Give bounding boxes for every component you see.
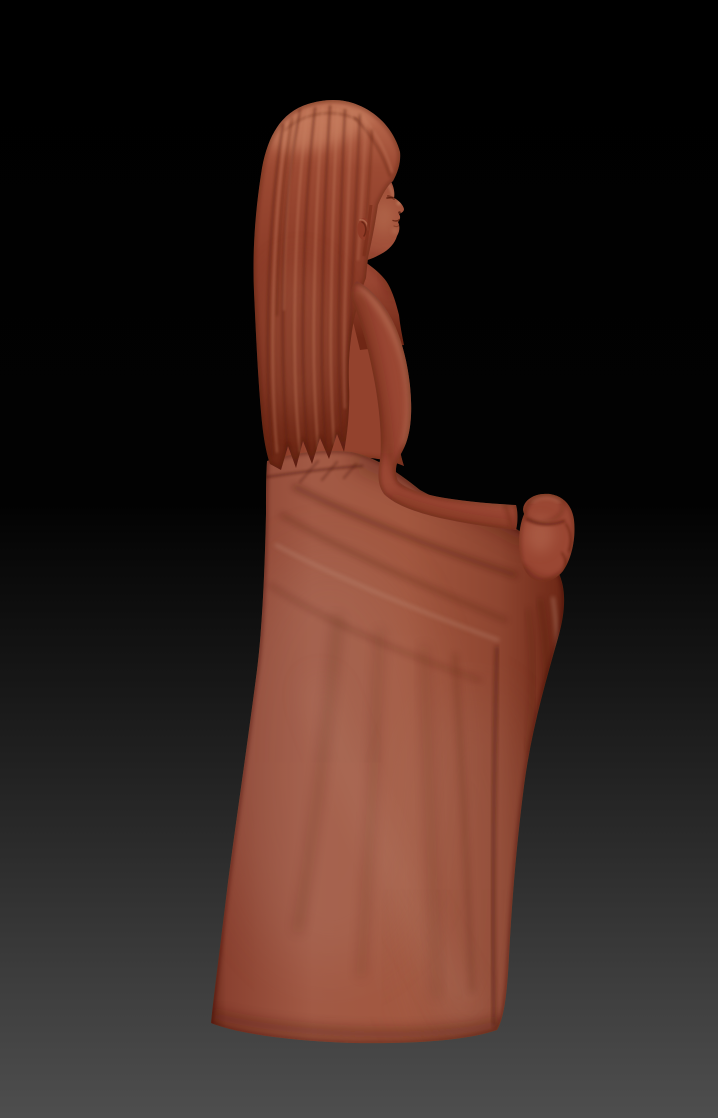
sculpt-viewport[interactable] (0, 0, 718, 1118)
chin-highlight (392, 228, 398, 234)
sculpt-canvas[interactable] (0, 0, 718, 1118)
eye-line (387, 198, 393, 199)
